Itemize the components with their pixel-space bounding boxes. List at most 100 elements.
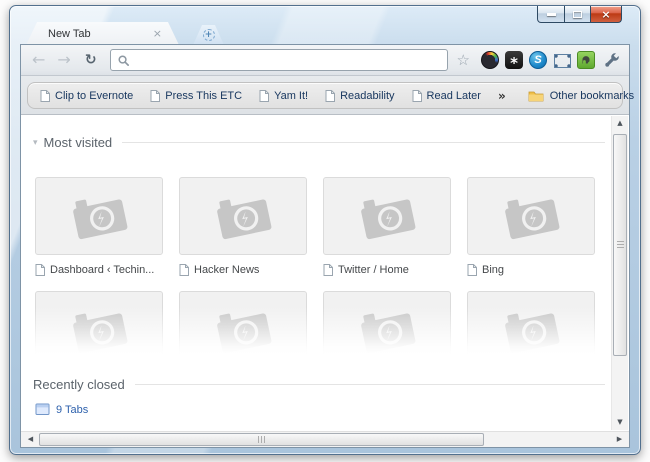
stumbleupon-glyph: S xyxy=(534,54,542,66)
scroll-left-arrow[interactable]: ◀ xyxy=(23,432,38,447)
window-controls: × xyxy=(537,6,622,23)
capture-frame-extension-button[interactable] xyxy=(553,51,571,69)
camera-icon xyxy=(211,306,275,354)
thumbnail[interactable] xyxy=(179,291,307,355)
section-divider xyxy=(134,384,605,385)
most-visited-row-2 xyxy=(35,291,597,355)
bookmark-label: Read Later xyxy=(426,89,481,102)
camera-icon xyxy=(499,306,563,354)
minimize-icon xyxy=(546,12,556,16)
navigation-toolbar: ← → ↻ ☆ * S xyxy=(21,45,629,76)
camera-icon xyxy=(355,192,419,240)
asterisk-extension-icon[interactable]: * xyxy=(505,51,523,72)
thumbnail[interactable] xyxy=(35,291,163,355)
page-icon xyxy=(412,90,422,102)
scroll-down-arrow[interactable]: ▼ xyxy=(612,415,628,430)
maximize-icon xyxy=(573,10,582,18)
reload-button[interactable]: ↻ xyxy=(82,53,100,67)
camera-icon xyxy=(211,192,275,240)
most-visited-header: ▾ Most visited xyxy=(33,135,605,150)
camera-icon xyxy=(355,306,419,354)
page-icon xyxy=(325,90,335,102)
section-divider xyxy=(122,142,605,143)
page-icon xyxy=(259,90,269,102)
thumbnail-bing[interactable] xyxy=(467,177,595,255)
camera-icon xyxy=(67,306,131,354)
vertical-scrollbar[interactable]: ▲ ▼ xyxy=(611,116,628,430)
bookmark-yam-it[interactable]: Yam It! xyxy=(259,89,309,102)
close-button[interactable]: × xyxy=(590,6,622,23)
tile-link-hacker-news[interactable]: Hacker News xyxy=(179,264,307,276)
omnibox[interactable] xyxy=(109,49,448,71)
scrollbar-grip xyxy=(257,436,266,443)
wrench-icon xyxy=(604,52,620,68)
tile-label: Hacker News xyxy=(194,264,260,276)
search-icon xyxy=(117,54,130,67)
back-button[interactable]: ← xyxy=(29,52,48,68)
camera-icon xyxy=(67,192,131,240)
bookmark-star-icon[interactable]: ☆ xyxy=(452,52,475,68)
bookmark-read-later[interactable]: Read Later xyxy=(412,89,481,102)
maximize-button[interactable] xyxy=(564,6,591,23)
bookmarks-bar: Clip to Evernote Press This ETC Yam It! … xyxy=(27,82,634,109)
scroll-right-arrow[interactable]: ▶ xyxy=(612,432,627,447)
tabs-window-icon xyxy=(35,403,51,416)
page-icon xyxy=(35,264,45,276)
tab-new-tab[interactable]: New Tab × xyxy=(26,22,179,45)
page-icon xyxy=(467,264,477,276)
tile-label: Twitter / Home xyxy=(338,264,409,276)
thumbnail[interactable] xyxy=(467,291,595,355)
tab-close-icon[interactable]: × xyxy=(153,28,162,39)
camera-icon xyxy=(499,192,563,240)
recently-closed-header: Recently closed xyxy=(33,377,605,392)
browser-window: × New Tab × + ← → ↻ ☆ * S Clip to Everno… xyxy=(9,5,641,455)
bookmark-label: Press This ETC xyxy=(165,89,243,102)
tile-link-twitter[interactable]: Twitter / Home xyxy=(323,264,451,276)
thumbnail-dashboard[interactable] xyxy=(35,177,163,255)
horizontal-scrollbar[interactable]: ◀ ▶ xyxy=(21,431,629,447)
bookmark-label: Readability xyxy=(340,89,395,102)
most-visited-labels: Dashboard ‹ Techin... Hacker News Twitte… xyxy=(35,264,595,276)
address-input[interactable] xyxy=(134,53,441,67)
vertical-scrollbar-thumb[interactable] xyxy=(613,134,627,356)
tile-link-bing[interactable]: Bing xyxy=(467,264,595,276)
tile-label: Bing xyxy=(482,264,505,276)
recently-closed-title: Recently closed xyxy=(33,377,125,392)
minimize-button[interactable] xyxy=(537,6,565,23)
thumbnail-twitter[interactable] xyxy=(323,177,451,255)
bookmark-clip-to-evernote[interactable]: Clip to Evernote xyxy=(40,89,134,102)
other-bookmarks-label: Other bookmarks xyxy=(549,89,635,102)
most-visited-row-2-tiles xyxy=(35,291,597,355)
bookmarks-bar-region: Clip to Evernote Press This ETC Yam It! … xyxy=(21,76,634,115)
bookmark-label: Clip to Evernote xyxy=(55,89,134,102)
bookmark-press-this-etc[interactable]: Press This ETC xyxy=(150,89,243,102)
other-bookmarks-button[interactable]: Other bookmarks xyxy=(528,90,634,102)
evernote-extension-icon[interactable] xyxy=(577,51,595,69)
new-tab-button[interactable]: + xyxy=(193,25,224,45)
tile-link-dashboard[interactable]: Dashboard ‹ Techin... xyxy=(35,264,163,276)
plus-icon: + xyxy=(203,29,215,41)
new-tab-page: ▾ Most visited Dashboard ‹ Techin... Hac… xyxy=(21,115,629,431)
capture-frame-extension-icon xyxy=(553,54,571,68)
page-icon xyxy=(40,90,50,102)
thumbnail-hacker-news[interactable] xyxy=(179,177,307,255)
tile-label: Dashboard ‹ Techin... xyxy=(50,264,155,276)
scroll-up-arrow[interactable]: ▲ xyxy=(612,116,628,131)
horizontal-scrollbar-thumb[interactable] xyxy=(39,433,484,446)
forward-button[interactable]: → xyxy=(54,52,73,68)
bookmark-readability[interactable]: Readability xyxy=(325,89,395,102)
collapse-triangle-icon[interactable]: ▾ xyxy=(33,138,38,148)
scrollbar-grip xyxy=(616,241,624,249)
recently-closed-tabs-link[interactable]: 9 Tabs xyxy=(35,403,88,416)
most-visited-row-1 xyxy=(35,177,595,255)
tab-title: New Tab xyxy=(48,27,91,40)
wrench-menu-button[interactable] xyxy=(603,51,621,69)
close-icon: × xyxy=(601,7,611,21)
most-visited-title: Most visited xyxy=(43,135,113,150)
page-icon xyxy=(150,90,160,102)
thumbnail[interactable] xyxy=(323,291,451,355)
bookmark-label: Yam It! xyxy=(274,89,309,102)
bookmarks-overflow-chevron[interactable]: » xyxy=(498,89,506,103)
color-wheel-extension-icon[interactable] xyxy=(481,51,499,69)
stumbleupon-extension-icon[interactable]: S xyxy=(529,51,547,69)
